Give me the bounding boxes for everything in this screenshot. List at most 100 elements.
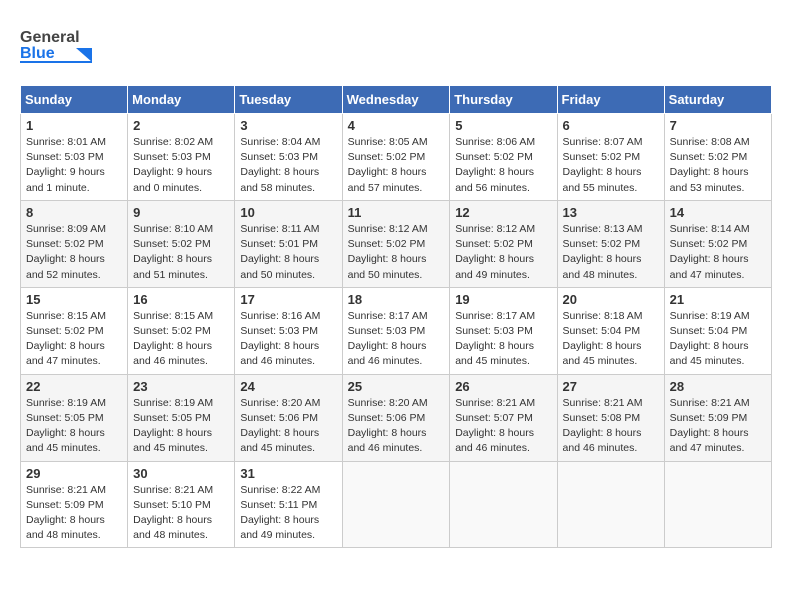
calendar-week-3: 15 Sunrise: 8:15 AMSunset: 5:02 PMDayligh… xyxy=(21,287,772,374)
day-number: 28 xyxy=(670,379,766,394)
day-info: Sunrise: 8:11 AMSunset: 5:01 PMDaylight:… xyxy=(240,222,336,283)
calendar-cell: 10 Sunrise: 8:11 AMSunset: 5:01 PMDayligh… xyxy=(235,200,342,287)
calendar-cell: 21 Sunrise: 8:19 AMSunset: 5:04 PMDayligh… xyxy=(664,287,771,374)
day-number: 19 xyxy=(455,292,551,307)
calendar-cell: 16Sunrise: 8:15 AMSunset: 5:02 PMDayligh… xyxy=(128,287,235,374)
day-header-thursday: Thursday xyxy=(450,86,557,114)
svg-text:Blue: Blue xyxy=(20,45,55,62)
calendar-cell: 20 Sunrise: 8:18 AMSunset: 5:04 PMDayligh… xyxy=(557,287,664,374)
day-header-friday: Friday xyxy=(557,86,664,114)
calendar-week-2: 8 Sunrise: 8:09 AMSunset: 5:02 PMDaylight… xyxy=(21,200,772,287)
day-number: 4 xyxy=(348,118,445,133)
day-info: Sunrise: 8:20 AMSunset: 5:06 PMDaylight:… xyxy=(240,396,336,457)
calendar-cell: 18Sunrise: 8:17 AMSunset: 5:03 PMDayligh… xyxy=(342,287,450,374)
day-info: Sunrise: 8:18 AMSunset: 5:04 PMDaylight:… xyxy=(563,309,659,370)
calendar-cell: 7Sunrise: 8:08 AMSunset: 5:02 PMDaylight… xyxy=(664,114,771,201)
day-number: 24 xyxy=(240,379,336,394)
day-info: Sunrise: 8:19 AMSunset: 5:04 PMDaylight:… xyxy=(670,309,766,370)
day-info: Sunrise: 8:21 AMSunset: 5:07 PMDaylight:… xyxy=(455,396,551,457)
calendar-cell: 8 Sunrise: 8:09 AMSunset: 5:02 PMDaylight… xyxy=(21,200,128,287)
day-header-saturday: Saturday xyxy=(664,86,771,114)
calendar-cell: 15 Sunrise: 8:15 AMSunset: 5:02 PMDayligh… xyxy=(21,287,128,374)
calendar-cell xyxy=(342,461,450,548)
day-info: Sunrise: 8:19 AMSunset: 5:05 PMDaylight:… xyxy=(26,396,122,457)
day-number: 13 xyxy=(563,205,659,220)
day-number: 30 xyxy=(133,466,229,481)
day-info: Sunrise: 8:16 AMSunset: 5:03 PMDaylight:… xyxy=(240,309,336,370)
day-number: 29 xyxy=(26,466,122,481)
calendar-cell: 19 Sunrise: 8:17 AMSunset: 5:03 PMDayligh… xyxy=(450,287,557,374)
day-number: 12 xyxy=(455,205,551,220)
day-number: 11 xyxy=(348,205,445,220)
day-number: 21 xyxy=(670,292,766,307)
page-header: General Blue xyxy=(20,20,772,75)
day-number: 6 xyxy=(563,118,659,133)
calendar-cell: 17Sunrise: 8:16 AMSunset: 5:03 PMDayligh… xyxy=(235,287,342,374)
day-number: 3 xyxy=(240,118,336,133)
calendar-cell: 29 Sunrise: 8:21 AMSunset: 5:09 PMDayligh… xyxy=(21,461,128,548)
calendar-cell: 27 Sunrise: 8:21 AMSunset: 5:08 PMDayligh… xyxy=(557,374,664,461)
day-info: Sunrise: 8:12 AMSunset: 5:02 PMDaylight:… xyxy=(455,222,551,283)
day-number: 22 xyxy=(26,379,122,394)
day-info: Sunrise: 8:09 AMSunset: 5:02 PMDaylight:… xyxy=(26,222,122,283)
logo: General Blue xyxy=(20,20,100,75)
calendar-cell: 14Sunrise: 8:14 AMSunset: 5:02 PMDayligh… xyxy=(664,200,771,287)
calendar-cell: 25Sunrise: 8:20 AMSunset: 5:06 PMDayligh… xyxy=(342,374,450,461)
day-number: 10 xyxy=(240,205,336,220)
day-number: 20 xyxy=(563,292,659,307)
day-info: Sunrise: 8:15 AMSunset: 5:02 PMDaylight:… xyxy=(26,309,122,370)
calendar-cell: 3 Sunrise: 8:04 AMSunset: 5:03 PMDaylight… xyxy=(235,114,342,201)
day-header-wednesday: Wednesday xyxy=(342,86,450,114)
day-number: 14 xyxy=(670,205,766,220)
calendar-cell: 22 Sunrise: 8:19 AMSunset: 5:05 PMDayligh… xyxy=(21,374,128,461)
calendar-cell xyxy=(557,461,664,548)
calendar-cell xyxy=(664,461,771,548)
day-info: Sunrise: 8:06 AMSunset: 5:02 PMDaylight:… xyxy=(455,135,551,196)
day-info: Sunrise: 8:17 AMSunset: 5:03 PMDaylight:… xyxy=(455,309,551,370)
calendar-cell: 2Sunrise: 8:02 AMSunset: 5:03 PMDaylight… xyxy=(128,114,235,201)
day-number: 18 xyxy=(348,292,445,307)
day-info: Sunrise: 8:21 AMSunset: 5:10 PMDaylight:… xyxy=(133,483,229,544)
calendar-cell: 4 Sunrise: 8:05 AMSunset: 5:02 PMDaylight… xyxy=(342,114,450,201)
calendar-cell: 13 Sunrise: 8:13 AMSunset: 5:02 PMDayligh… xyxy=(557,200,664,287)
day-info: Sunrise: 8:13 AMSunset: 5:02 PMDaylight:… xyxy=(563,222,659,283)
calendar-cell: 31 Sunrise: 8:22 AMSunset: 5:11 PMDayligh… xyxy=(235,461,342,548)
calendar-cell: 26 Sunrise: 8:21 AMSunset: 5:07 PMDayligh… xyxy=(450,374,557,461)
day-number: 7 xyxy=(670,118,766,133)
logo-svg: General Blue xyxy=(20,20,100,70)
day-header-monday: Monday xyxy=(128,86,235,114)
day-number: 8 xyxy=(26,205,122,220)
calendar-cell: 23 Sunrise: 8:19 AMSunset: 5:05 PMDayligh… xyxy=(128,374,235,461)
day-number: 5 xyxy=(455,118,551,133)
day-info: Sunrise: 8:21 AMSunset: 5:09 PMDaylight:… xyxy=(26,483,122,544)
day-info: Sunrise: 8:07 AMSunset: 5:02 PMDaylight:… xyxy=(563,135,659,196)
day-number: 23 xyxy=(133,379,229,394)
day-info: Sunrise: 8:21 AMSunset: 5:08 PMDaylight:… xyxy=(563,396,659,457)
calendar-cell xyxy=(450,461,557,548)
day-number: 27 xyxy=(563,379,659,394)
day-header-sunday: Sunday xyxy=(21,86,128,114)
day-number: 26 xyxy=(455,379,551,394)
calendar-cell: 9Sunrise: 8:10 AMSunset: 5:02 PMDaylight… xyxy=(128,200,235,287)
day-info: Sunrise: 8:12 AMSunset: 5:02 PMDaylight:… xyxy=(348,222,445,283)
calendar-cell: 12 Sunrise: 8:12 AMSunset: 5:02 PMDayligh… xyxy=(450,200,557,287)
day-info: Sunrise: 8:22 AMSunset: 5:11 PMDaylight:… xyxy=(240,483,336,544)
day-number: 15 xyxy=(26,292,122,307)
day-info: Sunrise: 8:01 AMSunset: 5:03 PMDaylight:… xyxy=(26,135,122,196)
day-info: Sunrise: 8:04 AMSunset: 5:03 PMDaylight:… xyxy=(240,135,336,196)
day-number: 9 xyxy=(133,205,229,220)
day-number: 25 xyxy=(348,379,445,394)
day-number: 31 xyxy=(240,466,336,481)
day-info: Sunrise: 8:05 AMSunset: 5:02 PMDaylight:… xyxy=(348,135,445,196)
svg-text:General: General xyxy=(20,29,80,46)
calendar-week-1: 1Sunrise: 8:01 AMSunset: 5:03 PMDaylight… xyxy=(21,114,772,201)
day-number: 2 xyxy=(133,118,229,133)
calendar-cell: 5 Sunrise: 8:06 AMSunset: 5:02 PMDaylight… xyxy=(450,114,557,201)
calendar-cell: 30 Sunrise: 8:21 AMSunset: 5:10 PMDayligh… xyxy=(128,461,235,548)
day-info: Sunrise: 8:21 AMSunset: 5:09 PMDaylight:… xyxy=(670,396,766,457)
calendar-cell: 11 Sunrise: 8:12 AMSunset: 5:02 PMDayligh… xyxy=(342,200,450,287)
calendar-cell: 24 Sunrise: 8:20 AMSunset: 5:06 PMDayligh… xyxy=(235,374,342,461)
calendar-cell: 28 Sunrise: 8:21 AMSunset: 5:09 PMDayligh… xyxy=(664,374,771,461)
calendar-week-4: 22 Sunrise: 8:19 AMSunset: 5:05 PMDayligh… xyxy=(21,374,772,461)
day-info: Sunrise: 8:19 AMSunset: 5:05 PMDaylight:… xyxy=(133,396,229,457)
